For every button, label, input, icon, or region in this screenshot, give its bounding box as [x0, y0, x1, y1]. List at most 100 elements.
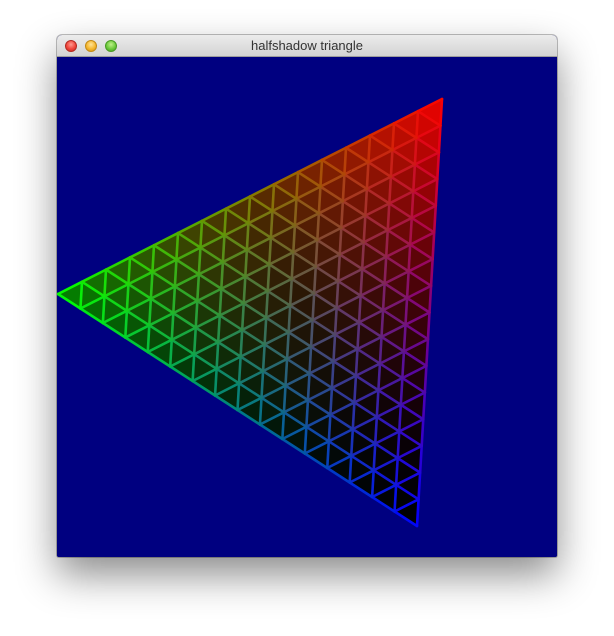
- mesh-line: [426, 311, 431, 341]
- mesh-line: [292, 224, 297, 254]
- mesh-line: [356, 321, 361, 351]
- mesh-line: [417, 471, 422, 501]
- mesh-line: [220, 260, 225, 291]
- mesh-line: [389, 148, 394, 179]
- mesh-line: [303, 425, 308, 455]
- mesh-line: [388, 175, 393, 205]
- mesh-line: [305, 398, 310, 429]
- mesh-line: [393, 483, 398, 513]
- mesh-line: [236, 382, 241, 412]
- mesh-line: [192, 326, 198, 356]
- mesh-line: [266, 263, 271, 293]
- mesh-line: [377, 362, 382, 392]
- mesh-line: [405, 270, 410, 300]
- mesh-line: [436, 151, 441, 181]
- mesh-line: [312, 265, 318, 295]
- mesh-line: [199, 219, 204, 249]
- mesh-line: [364, 187, 369, 217]
- mesh-line: [338, 226, 343, 256]
- mesh-line: [423, 364, 428, 394]
- mesh-line: [196, 272, 201, 303]
- mesh-line: [372, 442, 377, 472]
- mesh-line: [375, 388, 380, 419]
- mesh-line: [370, 469, 375, 499]
- mesh-line: [439, 97, 444, 127]
- mesh-line: [425, 337, 430, 368]
- mesh-line: [287, 304, 292, 334]
- mesh-line: [378, 335, 383, 365]
- window-titlebar[interactable]: halfshadow triangle: [57, 35, 557, 57]
- mesh-line: [237, 355, 242, 385]
- mesh-line: [335, 279, 340, 310]
- mesh-line: [384, 228, 390, 259]
- mesh-line: [247, 195, 252, 225]
- mesh-line: [407, 243, 412, 273]
- mesh-line: [386, 202, 391, 232]
- mesh-line: [420, 417, 425, 448]
- mesh-line: [221, 234, 226, 264]
- mesh-line: [428, 284, 433, 314]
- mesh-line: [360, 241, 366, 271]
- mesh-line: [415, 498, 420, 528]
- mesh-line: [295, 170, 300, 201]
- mesh-line: [348, 454, 353, 484]
- mesh-line: [402, 323, 407, 353]
- mesh-line: [367, 134, 372, 164]
- mesh-line: [284, 357, 289, 387]
- mesh-line: [341, 173, 346, 203]
- mesh-line: [215, 340, 220, 371]
- mesh-line: [365, 160, 370, 191]
- mesh-line: [396, 430, 401, 460]
- mesh-line: [325, 440, 331, 470]
- window-title: halfshadow triangle: [250, 38, 364, 53]
- mesh-line: [170, 311, 175, 342]
- mesh-line: [240, 301, 246, 332]
- mesh-line: [124, 309, 129, 339]
- mesh-line: [239, 328, 244, 358]
- mesh-line: [349, 427, 355, 458]
- mesh-line: [293, 197, 298, 227]
- mesh-line: [314, 238, 319, 268]
- mesh-line: [285, 330, 290, 361]
- mesh-line: [191, 353, 196, 383]
- mesh-line: [194, 299, 199, 329]
- mesh-line: [394, 456, 399, 487]
- mesh-line: [242, 275, 247, 305]
- mesh-line: [127, 256, 132, 286]
- render-canvas: [57, 57, 557, 557]
- mesh-line: [173, 258, 178, 288]
- mesh-line: [282, 384, 287, 414]
- mesh-line: [103, 268, 108, 298]
- mesh-line: [258, 396, 263, 426]
- halfshadow-triangle: [57, 97, 444, 528]
- mesh-line: [404, 296, 409, 326]
- mesh-line: [357, 294, 362, 324]
- mesh-line: [434, 177, 439, 208]
- mesh-line: [373, 415, 379, 445]
- mesh-line: [309, 318, 314, 349]
- mesh-line: [168, 338, 174, 368]
- mesh-line: [391, 122, 396, 152]
- mesh-line: [330, 359, 335, 390]
- mesh-line: [354, 347, 359, 378]
- mesh-line: [264, 289, 270, 320]
- mesh-line: [268, 236, 273, 266]
- mesh-line: [415, 109, 420, 140]
- mesh-line: [213, 367, 218, 397]
- mesh-line: [359, 267, 364, 297]
- mesh-line: [397, 403, 403, 433]
- mesh-line: [281, 411, 286, 441]
- mesh-line: [333, 306, 338, 336]
- mesh-line: [148, 297, 153, 327]
- mesh-line: [244, 248, 249, 278]
- mesh-line: [311, 292, 316, 322]
- mesh-line: [408, 216, 414, 246]
- mesh-line: [101, 295, 106, 325]
- mesh-line: [421, 391, 427, 421]
- mesh-line: [380, 308, 385, 339]
- mesh-line: [343, 146, 348, 176]
- mesh-line: [418, 444, 423, 474]
- mesh-line: [336, 253, 342, 283]
- mesh-line: [383, 255, 388, 285]
- mesh-line: [316, 212, 321, 242]
